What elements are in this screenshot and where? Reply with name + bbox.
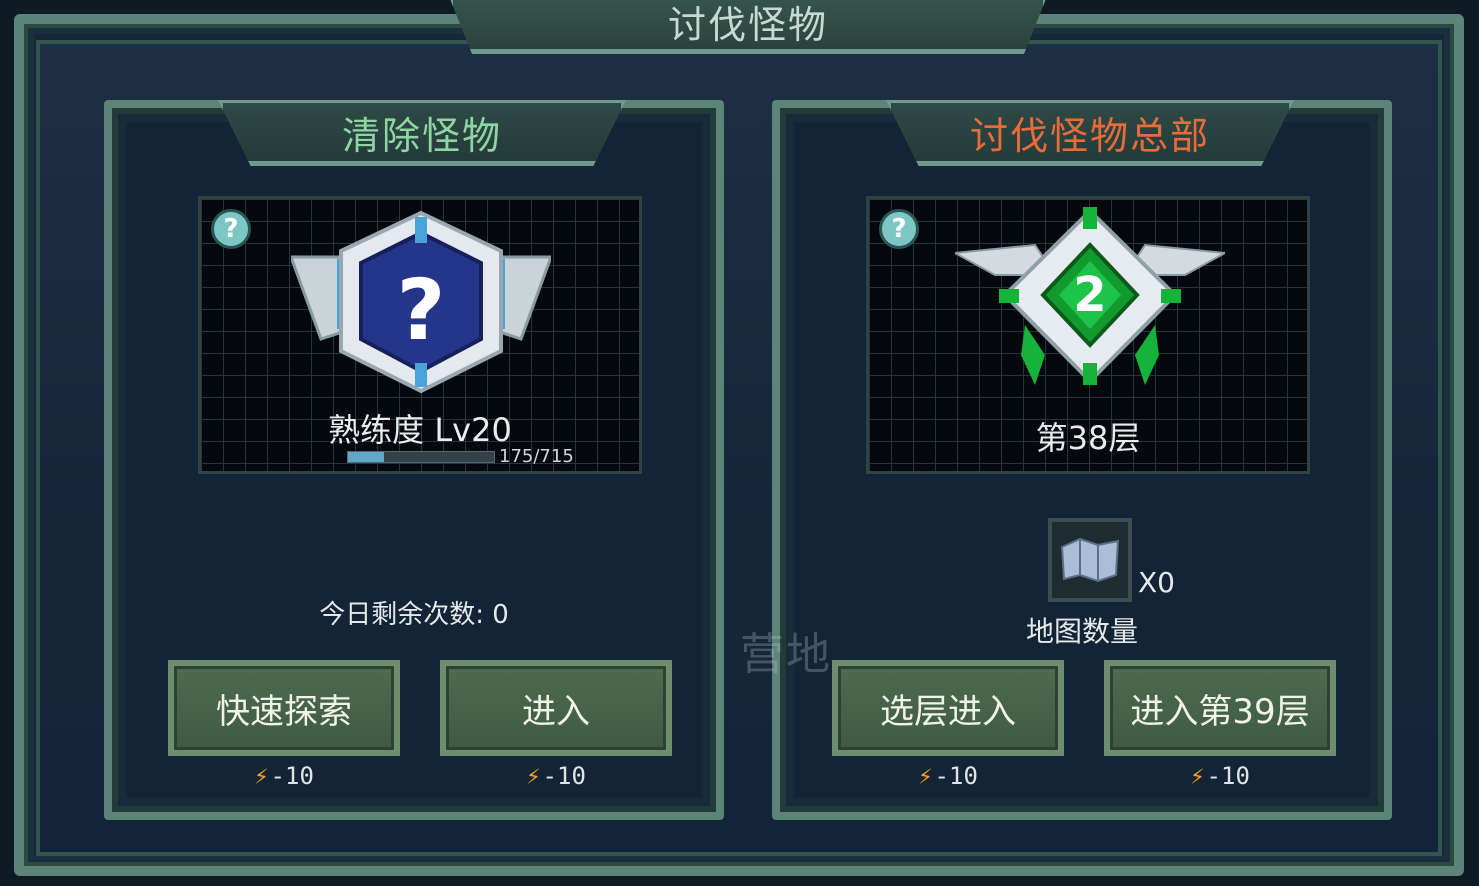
map-count: X0 <box>1138 566 1175 599</box>
panel-title-plate: 讨伐怪物总部 <box>886 100 1294 166</box>
question-badge-icon: ? <box>291 210 551 394</box>
energy-cost-value: -10 <box>934 762 978 790</box>
badge-display: ? 2 第38层 <box>866 196 1310 474</box>
dialog-title-plate: 讨伐怪物 <box>448 0 1048 54</box>
lightning-icon: ⚡ <box>254 762 269 790</box>
panel-title: 讨伐怪物总部 <box>969 113 1210 158</box>
map-icon <box>1060 537 1120 583</box>
camp-watermark: 营地 <box>740 629 832 680</box>
xp-text: 175/715 <box>499 446 574 467</box>
panel-title: 清除怪物 <box>341 113 502 158</box>
monster-hq-panel: 讨伐怪物总部 ? 2 第38层 X0 地图数量 选层进入 进入第39层 ⚡-10… <box>772 100 1392 820</box>
floor-label: 第38层 <box>1035 419 1141 457</box>
panel-title-plate: 清除怪物 <box>218 100 626 166</box>
energy-cost: ⚡-10 <box>168 762 400 790</box>
energy-cost-value: -10 <box>1206 762 1250 790</box>
select-floor-button[interactable]: 选层进入 <box>832 660 1064 756</box>
remaining-attempts: 今日剩余次数: 0 <box>319 600 509 630</box>
enter-button[interactable]: 进入 <box>440 660 672 756</box>
energy-cost: ⚡-10 <box>1104 762 1336 790</box>
energy-cost: ⚡-10 <box>832 762 1064 790</box>
lightning-icon: ⚡ <box>526 762 541 790</box>
energy-cost-value: -10 <box>270 762 314 790</box>
map-item-slot <box>1048 518 1132 602</box>
help-icon[interactable]: ? <box>211 209 251 249</box>
svg-text:2: 2 <box>1073 267 1106 323</box>
dialog-title: 讨伐怪物 <box>667 3 828 47</box>
lightning-icon: ⚡ <box>918 762 933 790</box>
badge-display: ? ? 熟练度 Lv20 175/715 <box>198 196 642 474</box>
energy-cost-value: -10 <box>542 762 586 790</box>
hq-emblem-icon: 2 <box>955 207 1225 385</box>
lightning-icon: ⚡ <box>1190 762 1205 790</box>
quick-explore-button[interactable]: 快速探索 <box>168 660 400 756</box>
xp-progress-fill <box>348 452 384 462</box>
xp-progress-bar <box>347 451 495 463</box>
help-icon[interactable]: ? <box>879 209 919 249</box>
proficiency-label: 熟练度 Lv20 <box>328 411 512 449</box>
map-count-label: 地图数量 <box>1025 615 1138 648</box>
svg-text:?: ? <box>397 261 446 359</box>
clear-monsters-panel: 清除怪物 ? ? 熟练度 Lv20 175/715 今日剩余次数: 0 快速探索… <box>104 100 724 820</box>
energy-cost: ⚡-10 <box>440 762 672 790</box>
enter-next-floor-button[interactable]: 进入第39层 <box>1104 660 1336 756</box>
